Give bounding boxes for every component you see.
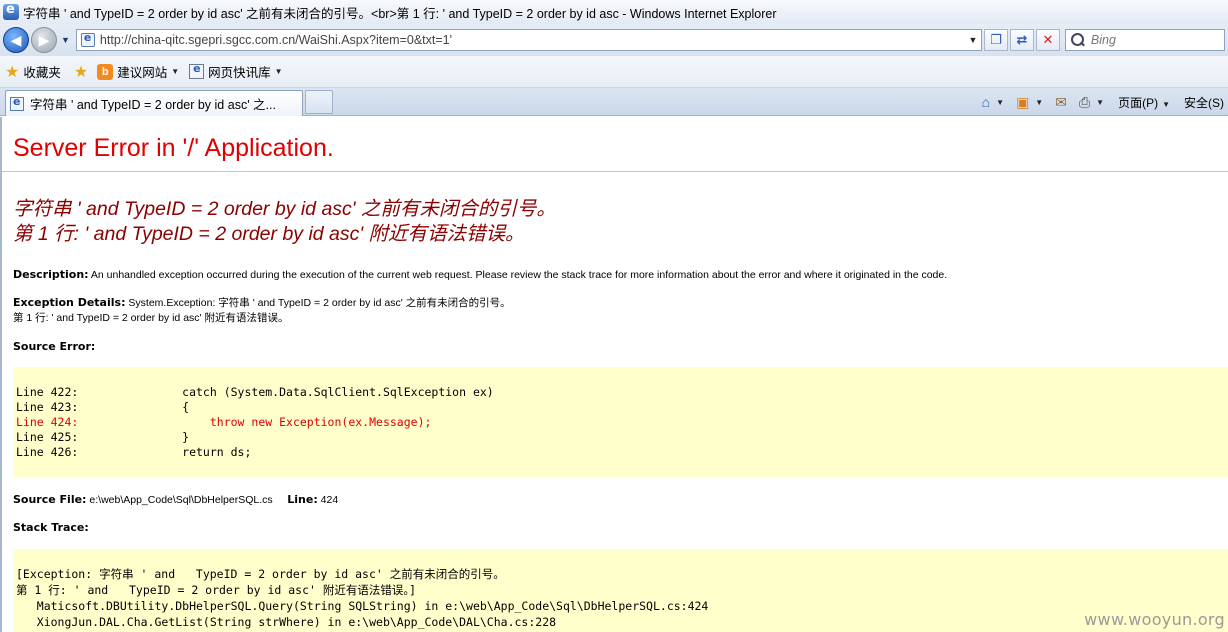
exception-text-line2: 第 1 行: ' and TypeID = 2 order by id asc'… xyxy=(13,312,289,324)
stack-line: Maticsoft.DBUtility.DbHelperSQL.Query(St… xyxy=(16,599,709,613)
new-tab-button[interactable] xyxy=(305,90,333,114)
mail-icon[interactable]: ✉ xyxy=(1055,94,1067,111)
home-icon[interactable]: ⌂ xyxy=(982,94,990,110)
error-message-line1: 字符串 ' and TypeID = 2 order by id asc' 之前… xyxy=(13,198,556,220)
forward-button[interactable]: ▶ xyxy=(31,27,57,53)
stack-line: [Exception: 字符串 ' and TypeID = 2 order b… xyxy=(16,567,505,581)
stack-line: 第 1 行: ' and TypeID = 2 order by id asc'… xyxy=(16,583,417,597)
favorites-bar: ★ 收藏夹 ★ b 建议网站 ▼ 网页快讯库 ▼ xyxy=(0,56,1228,88)
exception-label: Exception Details: xyxy=(13,296,126,309)
command-bar: ⌂ ▼ ▣ ▼ ✉ ⎙ ▼ 页面(P) ▼ 安全(S) xyxy=(972,88,1224,116)
url-field[interactable]: http://china-qitc.sgepri.sgcc.com.cn/Wai… xyxy=(100,33,965,47)
line-label: Line: xyxy=(287,493,318,506)
code-line-highlighted: Line 424: throw new Exception(ex.Message… xyxy=(16,415,432,429)
safety-menu-label: 安全(S) xyxy=(1184,95,1224,110)
home-dropdown-icon[interactable]: ▼ xyxy=(996,98,1004,107)
source-file-label: Source File: xyxy=(13,493,87,506)
page-menu[interactable]: 页面(P) ▼ xyxy=(1118,94,1170,111)
page-content: Server Error in '/' Application. 字符串 ' a… xyxy=(0,117,1228,632)
code-line: Line 422: catch (System.Data.SqlClient.S… xyxy=(16,385,494,399)
description-text: An unhandled exception occurred during t… xyxy=(90,269,948,281)
source-file: Source File: e:\web\App_Code\Sql\DbHelpe… xyxy=(13,493,338,506)
print-icon[interactable]: ⎙ xyxy=(1079,94,1090,111)
stack-line: XiongJun.DAL.Cha.GetList(String strWhere… xyxy=(16,615,557,629)
star-icon: ★ xyxy=(5,63,20,81)
chevron-down-icon: ▼ xyxy=(1162,99,1170,109)
tab-label: 字符串 ' and TypeID = 2 order by id asc' 之.… xyxy=(30,98,276,112)
suggested-sites-icon: b xyxy=(97,63,114,80)
window-title: 字符串 ' and TypeID = 2 order by id asc' 之前… xyxy=(23,6,777,21)
suggested-sites-label: 建议网站 xyxy=(117,66,168,80)
watermark: www.wooyun.org xyxy=(1084,610,1225,629)
page-icon xyxy=(80,31,95,47)
refresh-icon: ⇄ xyxy=(1016,32,1028,47)
refresh-button[interactable]: ⇄ xyxy=(1009,29,1034,51)
back-button[interactable]: ◀ xyxy=(3,27,29,53)
code-line: Line 423: { xyxy=(16,400,190,414)
source-file-value: e:\web\App_Code\Sql\DbHelperSQL.cs xyxy=(89,494,273,506)
tab-current[interactable]: 字符串 ' and TypeID = 2 order by id asc' 之.… xyxy=(5,90,303,116)
back-arrow-icon: ◀ xyxy=(10,31,22,48)
web-slice-gallery-button[interactable]: 网页快讯库 ▼ xyxy=(184,61,287,83)
search-box[interactable]: Bing xyxy=(1064,29,1225,51)
print-dropdown-icon[interactable]: ▼ xyxy=(1096,98,1104,107)
favorites-button[interactable]: ★ 收藏夹 xyxy=(0,61,66,83)
description-label: Description: xyxy=(13,268,89,281)
tab-bar: 字符串 ' and TypeID = 2 order by id asc' 之.… xyxy=(0,88,1228,116)
compatibility-view-button[interactable]: ❐ xyxy=(983,29,1008,51)
safety-menu[interactable]: 安全(S) xyxy=(1184,94,1224,111)
title-divider xyxy=(2,171,1228,172)
stack-trace-heading: Stack Trace: xyxy=(13,521,89,534)
favorites-label: 收藏夹 xyxy=(23,66,61,80)
description: Description: An unhandled exception occu… xyxy=(13,268,947,281)
compatibility-icon: ❐ xyxy=(990,32,1002,47)
stack-trace-box: [Exception: 字符串 ' and TypeID = 2 order b… xyxy=(13,549,1228,632)
exception-text-line1: System.Exception: 字符串 ' and TypeID = 2 o… xyxy=(128,297,511,309)
code-line: Line 426: return ds; xyxy=(16,445,252,459)
recent-pages-dropdown[interactable]: ▼ xyxy=(61,35,70,45)
ie-logo-icon xyxy=(3,2,19,20)
add-favorite-icon[interactable]: ★ xyxy=(74,62,88,82)
page-menu-label: 页面(P) xyxy=(1118,95,1159,110)
source-code-box: Line 422: catch (System.Data.SqlClient.S… xyxy=(13,367,1228,477)
source-error-heading: Source Error: xyxy=(13,340,96,353)
page-title: Server Error in '/' Application. xyxy=(13,134,334,162)
tab-page-icon xyxy=(10,95,24,111)
feeds-icon[interactable]: ▣ xyxy=(1016,94,1029,111)
line-value: 424 xyxy=(320,494,339,506)
chevron-down-icon: ▼ xyxy=(171,67,180,76)
stop-button[interactable]: ✕ xyxy=(1035,29,1060,51)
search-icon xyxy=(1070,33,1085,47)
code-line: Line 425: } xyxy=(16,430,190,444)
exception-details: Exception Details: System.Exception: 字符串… xyxy=(13,295,511,326)
stop-icon: ✕ xyxy=(1042,32,1054,47)
web-slice-icon xyxy=(189,62,205,79)
navigation-bar: ◀ ▶ ▼ http://china-qitc.sgepri.sgcc.com.… xyxy=(0,24,1228,56)
address-bar[interactable]: http://china-qitc.sgepri.sgcc.com.cn/Wai… xyxy=(75,29,982,51)
chevron-down-icon: ▼ xyxy=(274,67,283,76)
feeds-dropdown-icon[interactable]: ▼ xyxy=(1035,98,1043,107)
window-titlebar: 字符串 ' and TypeID = 2 order by id asc' 之前… xyxy=(0,0,1228,24)
search-input[interactable]: Bing xyxy=(1091,33,1116,47)
suggested-sites-button[interactable]: b 建议网站 ▼ xyxy=(92,61,184,83)
address-dropdown-icon[interactable]: ▼ xyxy=(965,35,981,45)
error-message: 字符串 ' and TypeID = 2 order by id asc' 之前… xyxy=(13,197,556,247)
error-message-line2: 第 1 行: ' and TypeID = 2 order by id asc'… xyxy=(13,223,525,245)
web-slice-label: 网页快讯库 xyxy=(208,66,271,80)
forward-arrow-icon: ▶ xyxy=(38,31,50,48)
